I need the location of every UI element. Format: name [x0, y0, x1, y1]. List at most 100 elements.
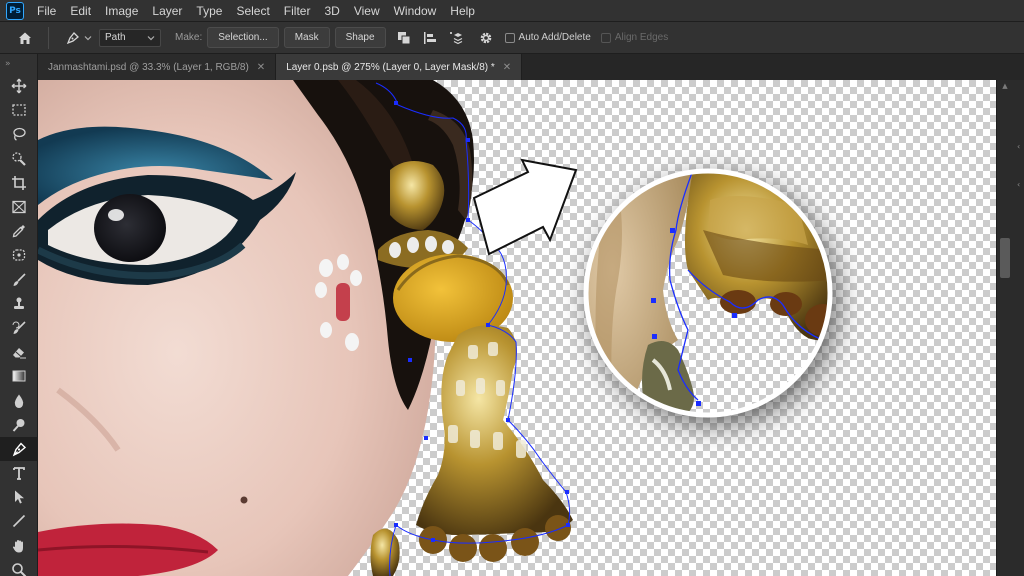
align-edges-option[interactable]: Align Edges — [600, 32, 669, 43]
photoshop-window: Ps File Edit Image Layer Type Select Fil… — [0, 0, 1024, 576]
tab-layer0[interactable]: Layer 0.psb @ 275% (Layer 0, Layer Mask/… — [276, 54, 523, 80]
scroll-up-arrow[interactable]: ▲ — [1000, 82, 1010, 92]
menu-filter[interactable]: Filter — [277, 0, 318, 22]
zoom-tool[interactable] — [0, 558, 38, 576]
menu-layer[interactable]: Layer — [145, 0, 189, 22]
frame-tool[interactable] — [0, 195, 38, 219]
document-tabs: Janmashtami.psd @ 33.3% (Layer 1, RGB/8)… — [38, 54, 1024, 80]
auto-add-delete-checkbox[interactable] — [504, 32, 515, 43]
right-scroll-strip: ▲ ‹ ‹ — [996, 80, 1024, 576]
crop-tool[interactable] — [0, 171, 38, 195]
crop-tool-icon — [12, 175, 26, 190]
pen-mode-value: Path — [105, 32, 126, 43]
move-tool[interactable] — [0, 74, 38, 98]
blur-tool-icon — [14, 394, 24, 408]
home-button[interactable] — [10, 23, 40, 53]
pen-mode-select[interactable]: Path — [99, 28, 161, 47]
tools-panel: » — [0, 54, 38, 576]
type-tool[interactable] — [0, 461, 38, 485]
menu-edit[interactable]: Edit — [63, 0, 98, 22]
dodge-tool[interactable] — [0, 413, 38, 437]
eraser-tool-icon — [13, 348, 26, 359]
auto-add-delete-option[interactable]: Auto Add/Delete — [504, 32, 591, 43]
earring-bell — [416, 325, 573, 535]
make-selection-button[interactable]: Selection... — [207, 27, 279, 48]
make-mask-button[interactable]: Mask — [283, 27, 330, 48]
divider — [48, 26, 49, 49]
menu-3d[interactable]: 3D — [317, 0, 346, 22]
make-shape-button[interactable]: Shape — [334, 27, 386, 48]
path-operations-button[interactable] — [391, 25, 417, 51]
zoom-tool-icon — [12, 563, 27, 576]
path-arrangement-button[interactable] — [443, 25, 469, 51]
vertical-scrollbar-thumb[interactable] — [1000, 238, 1010, 278]
menu-select[interactable]: Select — [229, 0, 276, 22]
menu-view[interactable]: View — [347, 0, 387, 22]
canvas-artwork — [38, 80, 838, 576]
tool-preset-picker[interactable] — [57, 26, 99, 50]
gradient-tool[interactable] — [0, 364, 38, 388]
quick-select-tool-icon — [12, 152, 26, 166]
eyedropper-tool[interactable] — [0, 219, 38, 243]
tab-label: Layer 0.psb @ 275% (Layer 0, Layer Mask/… — [286, 61, 495, 73]
panel-expand-icon[interactable]: ‹ — [1017, 180, 1024, 190]
align-icon — [423, 31, 436, 44]
brush-tool[interactable] — [0, 268, 38, 292]
panel-expand-icon[interactable]: ‹ — [1017, 142, 1024, 152]
menu-type[interactable]: Type — [189, 0, 229, 22]
iris — [94, 194, 166, 262]
history-brush-tool[interactable] — [0, 316, 38, 340]
path-selection-tool[interactable] — [0, 485, 38, 509]
settings-button[interactable] — [473, 25, 499, 51]
callout-arrow — [472, 158, 578, 256]
healing-brush-tool[interactable] — [0, 243, 38, 267]
lasso-tool[interactable] — [0, 122, 38, 146]
chevron-down-icon — [84, 35, 91, 40]
hand-tool[interactable] — [0, 534, 38, 558]
collapse-toolbar-button[interactable]: » — [0, 54, 37, 74]
lasso-tool-icon — [13, 128, 26, 142]
close-icon[interactable]: ✕ — [257, 62, 265, 73]
photoshop-logo[interactable]: Ps — [6, 1, 24, 20]
options-bar: Path Make: Selection... Mask Shape Auto … — [0, 22, 1024, 54]
menu-file[interactable]: File — [30, 0, 63, 22]
pen-tool-icon — [12, 442, 27, 457]
close-icon[interactable]: ✕ — [503, 62, 511, 73]
path-alignment-button[interactable] — [417, 25, 443, 51]
blur-tool[interactable] — [0, 388, 38, 412]
menu-window[interactable]: Window — [387, 0, 444, 22]
chevron-down-icon — [147, 35, 155, 40]
brush-tool-icon — [13, 273, 26, 286]
line-tool-icon — [12, 515, 26, 528]
tab-janmashtami[interactable]: Janmashtami.psd @ 33.3% (Layer 1, RGB/8)… — [38, 54, 277, 80]
pen-icon — [66, 31, 79, 44]
eyedropper-tool-icon — [12, 225, 25, 238]
menu-image[interactable]: Image — [98, 0, 145, 22]
move-tool-icon — [11, 78, 27, 94]
gear-icon — [480, 32, 491, 43]
document-canvas[interactable] — [38, 80, 996, 576]
align-edges-checkbox[interactable] — [600, 32, 611, 43]
clone-stamp-tool[interactable] — [0, 292, 38, 316]
marquee-tool[interactable] — [0, 98, 38, 122]
marquee-tool-icon — [12, 104, 26, 116]
healing-brush-tool-icon — [12, 249, 26, 262]
frame-tool-icon — [12, 200, 26, 214]
auto-add-delete-label: Auto Add/Delete — [518, 32, 591, 43]
dodge-tool-icon — [12, 418, 25, 432]
align-edges-label: Align Edges — [614, 32, 669, 43]
make-label: Make: — [175, 32, 203, 43]
quick-select-tool[interactable] — [0, 147, 38, 171]
menu-bar: Ps File Edit Image Layer Type Select Fil… — [0, 0, 1024, 22]
hand-tool-icon — [12, 539, 23, 553]
tab-label: Janmashtami.psd @ 33.3% (Layer 1, RGB/8) — [48, 61, 249, 73]
menu-help[interactable]: Help — [443, 0, 482, 22]
path-selection-tool-icon — [15, 490, 24, 504]
home-icon — [19, 32, 31, 44]
pen-tool[interactable] — [0, 436, 38, 461]
eraser-tool[interactable] — [0, 340, 38, 364]
line-tool[interactable] — [0, 509, 38, 533]
type-tool-icon — [13, 467, 25, 480]
history-brush-tool-icon — [12, 321, 26, 334]
gradient-tool-icon — [12, 370, 26, 382]
